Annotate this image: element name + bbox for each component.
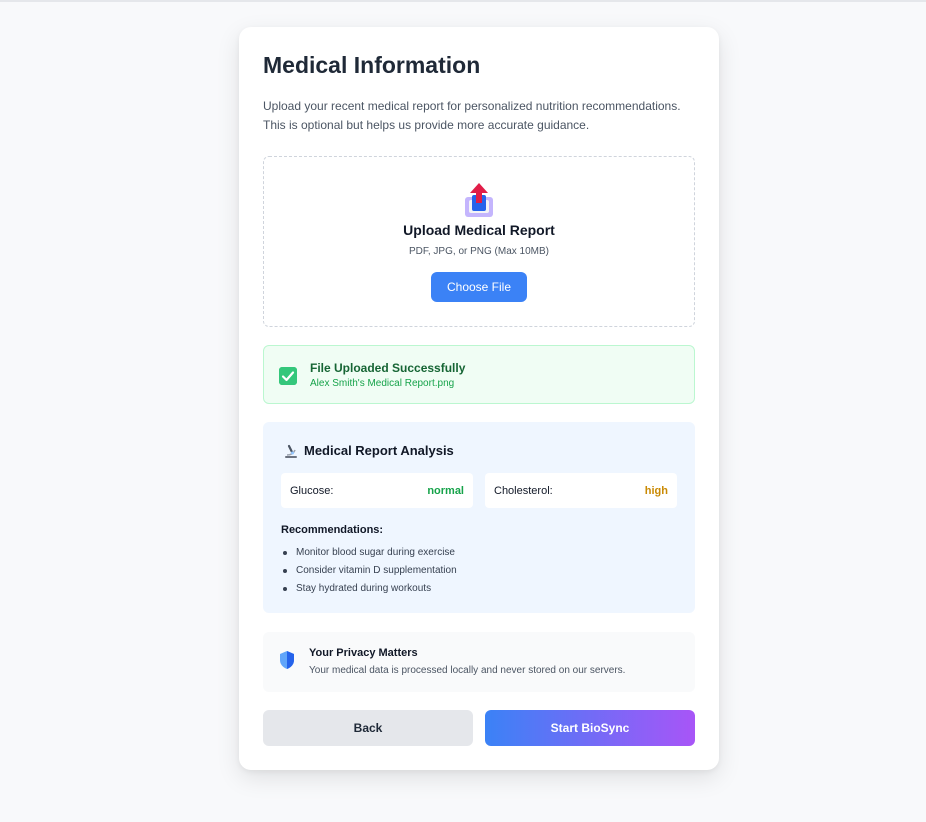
list-item: Stay hydrated during workouts [281, 580, 457, 598]
cholesterol-label: Cholesterol: [494, 485, 553, 497]
upload-tray-icon [465, 183, 493, 217]
privacy-notice: Your Privacy Matters Your medical data i… [263, 632, 695, 692]
back-button[interactable]: Back [263, 710, 473, 746]
list-item: Monitor blood sugar during exercise [281, 544, 457, 562]
privacy-text: Your medical data is processed locally a… [309, 665, 626, 676]
top-divider [0, 0, 926, 2]
list-item: Consider vitamin D supplementation [281, 562, 457, 580]
medical-info-card: Medical Information Upload your recent m… [239, 27, 719, 770]
shield-icon [280, 651, 294, 669]
cholesterol-status: high [644, 485, 668, 497]
cholesterol-metric: Cholesterol: high [485, 473, 677, 508]
checkmark-icon [279, 367, 297, 385]
recommendations-list: Monitor blood sugar during exercise Cons… [281, 544, 457, 598]
upload-dropzone[interactable]: Upload Medical Report PDF, JPG, or PNG (… [263, 156, 695, 327]
glucose-status: normal [427, 485, 464, 497]
upload-title: Upload Medical Report [403, 222, 555, 238]
glucose-label: Glucose: [290, 485, 334, 497]
success-title: File Uploaded Successfully [310, 361, 466, 375]
page-title: Medical Information [263, 52, 481, 78]
upload-success-banner: File Uploaded Successfully Alex Smith's … [263, 345, 695, 404]
analysis-title: Medical Report Analysis [304, 443, 454, 458]
start-biosync-button[interactable]: Start BioSync [485, 710, 695, 746]
privacy-title: Your Privacy Matters [309, 647, 418, 659]
glucose-metric: Glucose: normal [281, 473, 473, 508]
intro-text: Upload your recent medical report for pe… [263, 99, 681, 132]
upload-hint: PDF, JPG, or PNG (Max 10MB) [408, 246, 550, 257]
analysis-panel: Medical Report Analysis Glucose: normal … [263, 422, 695, 613]
recommendations-title: Recommendations: [281, 524, 384, 536]
uploaded-filename: Alex Smith's Medical Report.png [310, 378, 455, 389]
microscope-icon [285, 444, 297, 458]
choose-file-button[interactable]: Choose File [431, 272, 527, 302]
